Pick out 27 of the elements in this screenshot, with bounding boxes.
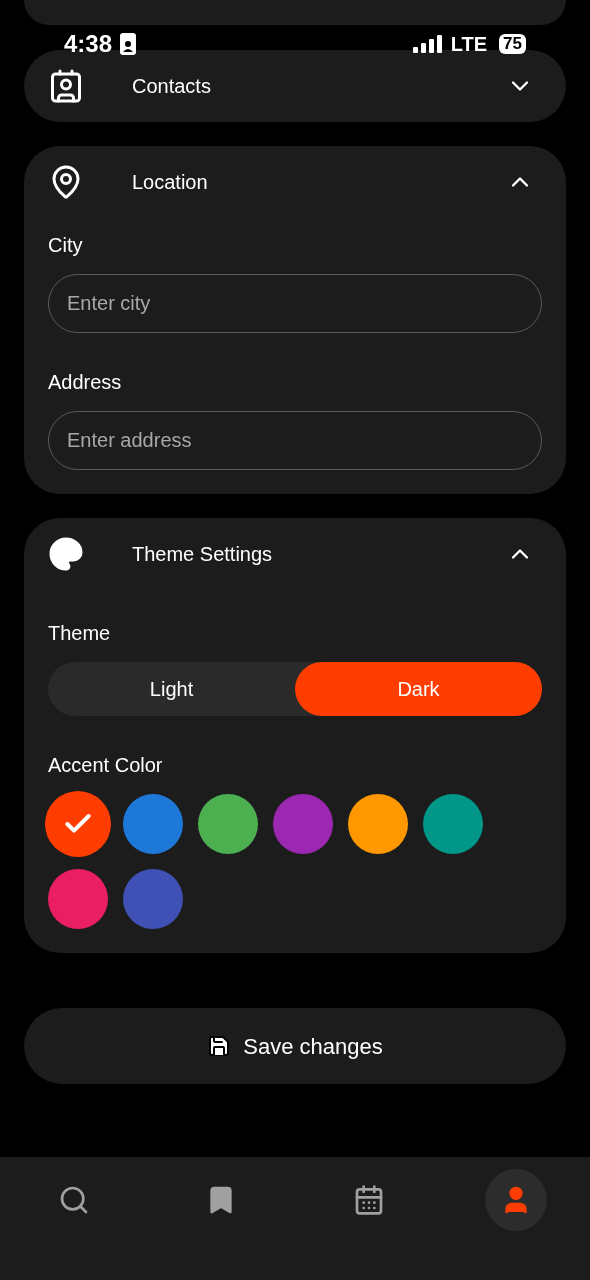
field-label: Accent Color — [48, 753, 164, 778]
palette-icon — [48, 536, 84, 572]
section-title: Theme Settings — [132, 542, 273, 567]
color-swatch[interactable] — [48, 869, 108, 929]
color-swatch[interactable] — [123, 794, 183, 854]
color-swatch[interactable] — [423, 794, 483, 854]
field-label: Address — [48, 370, 123, 395]
field-label: City — [48, 233, 84, 258]
color-swatch[interactable] — [273, 794, 333, 854]
save-icon — [207, 1034, 232, 1058]
section-header[interactable]: Location — [24, 146, 566, 218]
id-badge-icon — [120, 33, 137, 55]
field-label: Theme — [48, 621, 112, 646]
signal-icon — [412, 35, 443, 53]
color-swatch[interactable] — [348, 794, 408, 854]
color-swatch[interactable] — [123, 869, 183, 929]
text-field[interactable]: Enter address — [48, 411, 542, 470]
theme-option[interactable]: Dark — [295, 662, 542, 716]
color-swatch[interactable] — [198, 794, 258, 854]
text-field[interactable]: Enter city — [48, 274, 542, 333]
battery-indicator: 75 — [499, 34, 526, 54]
section-title: Contacts — [132, 74, 211, 99]
section-title: Location — [132, 170, 208, 195]
theme-option[interactable]: Light — [48, 662, 295, 716]
save-button[interactable]: Save changes — [24, 1008, 566, 1084]
contact-card-icon — [48, 68, 84, 104]
section-header[interactable]: Theme Settings — [24, 518, 566, 590]
